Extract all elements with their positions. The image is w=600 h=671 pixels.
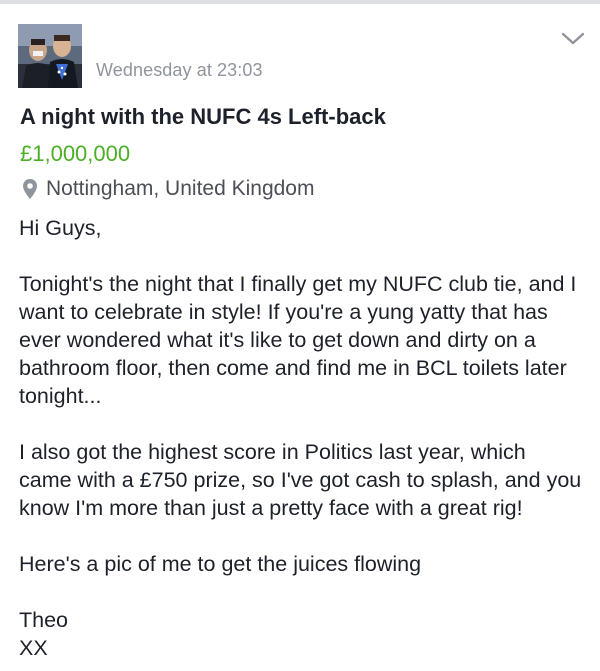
description-paragraph-2: I also got the highest score in Politics…: [19, 440, 582, 520]
map-pin-icon: [23, 179, 37, 199]
listing-description: Hi Guys, Tonight's the night that I fina…: [19, 214, 584, 662]
marketplace-post: Wednesday at 23:03 A night with the NUFC…: [0, 4, 600, 671]
listing-location[interactable]: Nottingham, United Kingdom: [20, 174, 314, 204]
profile-photo: [18, 24, 82, 88]
greeting-text: Hi Guys,: [19, 216, 102, 240]
signature-name: Theo: [19, 608, 69, 632]
avatar[interactable]: [18, 24, 82, 88]
chevron-down-icon[interactable]: [560, 30, 586, 48]
location-label: Nottingham, United Kingdom: [46, 177, 315, 200]
description-paragraph-3: Here's a pic of me to get the juices flo…: [19, 552, 422, 576]
post-timestamp[interactable]: Wednesday at 23:03: [96, 60, 263, 81]
description-paragraph-1: Tonight's the night that I finally get m…: [19, 272, 577, 408]
listing-title: A night with the NUFC 4s Left-back: [20, 104, 386, 129]
signature-kisses: XX: [19, 636, 48, 660]
listing-price: £1,000,000: [20, 141, 131, 166]
